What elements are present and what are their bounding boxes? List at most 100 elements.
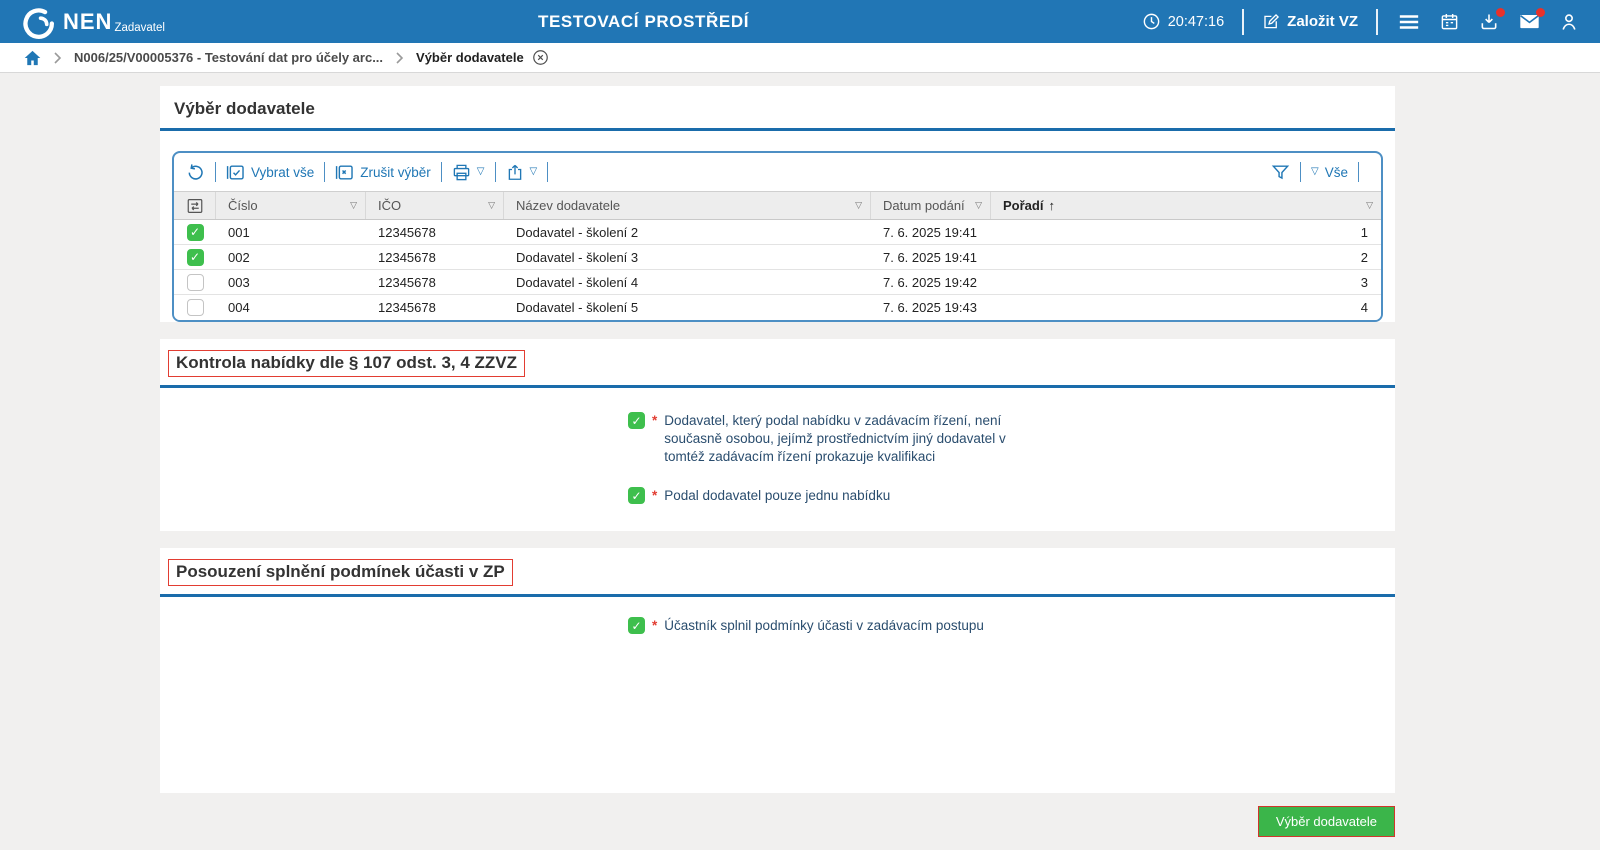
topbar: NEN Zadavatel TESTOVACÍ PROSTŘEDÍ 20:47:… <box>0 0 1600 43</box>
print-button[interactable]: ▽ <box>452 163 485 182</box>
export-button[interactable]: ▽ <box>506 163 538 182</box>
toolbar-divider <box>547 162 548 182</box>
grid-toolbar: Vybrat vše Zrušit výběr <box>174 153 1381 191</box>
select-all-label: Vybrat vše <box>251 165 314 180</box>
offer-check-items: * Dodavatel, který podal nabídku v zadáv… <box>160 388 1395 531</box>
column-filter-icon[interactable]: ▽ <box>855 200 862 211</box>
cell-nazev: Dodavatel - školení 2 <box>504 225 871 240</box>
row-checkbox[interactable] <box>187 249 204 266</box>
table-row[interactable]: 003 12345678 Dodavatel - školení 4 7. 6.… <box>174 270 1381 295</box>
messages-button[interactable] <box>1516 9 1542 35</box>
breadcrumb-current-label: Výběr dodavatele <box>416 50 524 65</box>
filter-funnel-icon <box>1271 163 1290 182</box>
cell-datum: 7. 6. 2025 19:41 <box>871 225 991 240</box>
breadcrumb-item-procedure[interactable]: N006/25/V00005376 - Testování dat pro úč… <box>74 50 383 65</box>
dropdown-triangle-icon[interactable]: ▽ <box>530 167 538 177</box>
brand-name: NEN <box>63 9 112 35</box>
cell-poradi: 2 <box>991 250 1381 265</box>
column-header-datum[interactable]: Datum podání ▽ <box>871 192 991 219</box>
column-filter-icon[interactable]: ▽ <box>488 200 495 211</box>
grid-toolbar-right: ▽ Vše <box>1271 162 1369 182</box>
column-label: Název dodavatele <box>516 198 620 213</box>
checklist-item: * Účastník splnil podmínky účasti v zadá… <box>628 617 1395 635</box>
cell-datum: 7. 6. 2025 19:42 <box>871 275 991 290</box>
cell-cislo: 003 <box>216 275 366 290</box>
clear-selection-button[interactable]: Zrušit výběr <box>335 163 431 182</box>
cell-cislo: 001 <box>216 225 366 240</box>
supplier-grid: Vybrat vše Zrušit výběr <box>172 151 1383 322</box>
nen-logo[interactable]: NEN Zadavatel <box>22 3 165 40</box>
brand-subtitle: Zadavatel <box>114 22 165 34</box>
user-icon <box>1559 12 1579 32</box>
table-row[interactable]: 004 12345678 Dodavatel - školení 5 7. 6.… <box>174 295 1381 320</box>
view-filter-label: Vše <box>1325 165 1348 180</box>
user-profile-button[interactable] <box>1556 9 1582 35</box>
checklist-label: Dodavatel, který podal nabídku v zadávac… <box>664 412 1046 465</box>
column-filter-icon[interactable]: ▽ <box>975 200 982 211</box>
menu-button[interactable] <box>1396 9 1422 35</box>
column-label: Číslo <box>228 198 258 213</box>
column-header-nazev[interactable]: Název dodavatele ▽ <box>504 192 871 219</box>
checklist-item: * Podal dodavatel pouze jednu nabídku <box>628 487 1395 505</box>
create-vz-label: Založit VZ <box>1287 13 1358 30</box>
calendar-icon <box>1440 12 1459 31</box>
participation-card: Posouzení splnění podmínek účasti v ZP *… <box>160 548 1395 793</box>
toolbar-divider <box>1358 162 1359 182</box>
select-all-icon <box>226 163 245 182</box>
cell-poradi: 1 <box>991 225 1381 240</box>
export-icon <box>506 163 524 182</box>
cell-cislo: 004 <box>216 300 366 315</box>
breadcrumb: N006/25/V00005376 - Testování dat pro úč… <box>0 43 1600 73</box>
calendar-button[interactable] <box>1436 9 1462 35</box>
cell-ico: 12345678 <box>366 300 504 315</box>
column-chooser-cell[interactable] <box>174 192 216 219</box>
filter-button[interactable] <box>1271 163 1290 182</box>
server-time: 20:47:16 <box>1142 12 1224 31</box>
column-label: Pořadí <box>1003 198 1043 213</box>
column-header-poradi[interactable]: Pořadí ↑ ▽ <box>991 192 1381 219</box>
column-label: IČO <box>378 198 401 213</box>
message-notification-badge <box>1536 8 1545 17</box>
close-tab-icon[interactable] <box>532 49 549 66</box>
toolbar-divider <box>441 162 442 182</box>
toolbar-divider <box>495 162 496 182</box>
view-filter-dropdown[interactable]: ▽ Vše <box>1311 165 1348 180</box>
checklist-label: Účastník splnil podmínky účasti v zadáva… <box>664 617 1046 635</box>
cell-datum: 7. 6. 2025 19:43 <box>871 300 991 315</box>
cell-nazev: Dodavatel - školení 5 <box>504 300 871 315</box>
checklist-checkbox[interactable] <box>628 487 645 504</box>
home-icon[interactable] <box>24 50 41 66</box>
supplier-selection-submit-button[interactable]: Výběr dodavatele <box>1258 806 1395 837</box>
column-filter-icon[interactable]: ▽ <box>350 200 357 211</box>
refresh-button[interactable] <box>186 163 205 182</box>
create-vz-button[interactable]: Založit VZ <box>1262 13 1358 31</box>
checklist-checkbox[interactable] <box>628 412 645 429</box>
environment-title: TESTOVACÍ PROSTŘEDÍ <box>538 12 749 32</box>
column-header-cislo[interactable]: Číslo ▽ <box>216 192 366 219</box>
breadcrumb-item-current[interactable]: Výběr dodavatele <box>416 49 549 66</box>
clock-icon <box>1142 12 1161 31</box>
printer-icon <box>452 163 471 182</box>
footer-actions: Výběr dodavatele <box>160 806 1395 837</box>
downloads-button[interactable] <box>1476 9 1502 35</box>
dropdown-triangle-icon[interactable]: ▽ <box>477 167 485 177</box>
topbar-divider <box>1242 9 1244 35</box>
checklist-checkbox[interactable] <box>628 617 645 634</box>
column-header-ico[interactable]: IČO ▽ <box>366 192 504 219</box>
required-asterisk: * <box>652 618 657 633</box>
table-row[interactable]: 002 12345678 Dodavatel - školení 3 7. 6.… <box>174 245 1381 270</box>
sort-ascending-icon: ↑ <box>1048 198 1055 213</box>
column-filter-icon[interactable]: ▽ <box>1366 200 1373 211</box>
select-all-button[interactable]: Vybrat vše <box>226 163 314 182</box>
page: NEN Zadavatel TESTOVACÍ PROSTŘEDÍ 20:47:… <box>0 0 1600 850</box>
toolbar-divider <box>1300 162 1301 182</box>
cell-poradi: 4 <box>991 300 1381 315</box>
chevron-right-icon <box>395 52 404 64</box>
row-checkbox[interactable] <box>187 299 204 316</box>
row-checkbox[interactable] <box>187 274 204 291</box>
cell-nazev: Dodavatel - školení 4 <box>504 275 871 290</box>
table-row[interactable]: 001 12345678 Dodavatel - školení 2 7. 6.… <box>174 220 1381 245</box>
row-checkbox[interactable] <box>187 224 204 241</box>
time-text: 20:47:16 <box>1168 14 1224 30</box>
edit-icon <box>1262 13 1280 31</box>
